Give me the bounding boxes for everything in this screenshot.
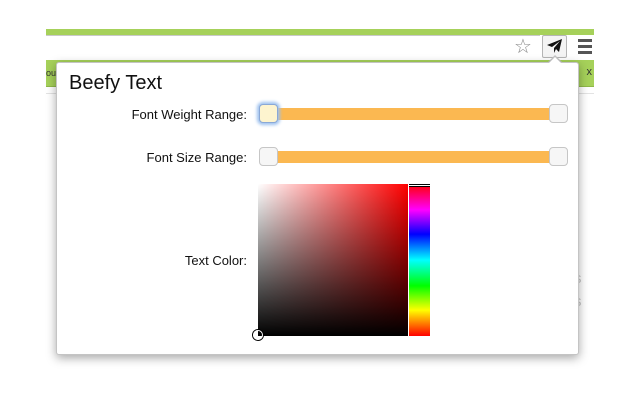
close-icon[interactable]: x xyxy=(587,66,593,78)
extension-popup: Beefy Text Font Weight Range: Font Size … xyxy=(56,62,579,355)
hue-slider-marker[interactable] xyxy=(409,184,430,187)
font-size-track[interactable] xyxy=(265,151,563,163)
font-size-min-handle[interactable] xyxy=(259,147,278,166)
bookmark-item[interactable]: ou xyxy=(46,68,56,78)
font-size-max-handle[interactable] xyxy=(549,147,568,166)
address-bar[interactable] xyxy=(46,35,540,61)
text-color-label: Text Color: xyxy=(184,253,247,268)
font-weight-label: Font Weight Range: xyxy=(131,107,247,122)
saturation-value-picker[interactable] xyxy=(258,184,408,336)
font-size-label: Font Size Range: xyxy=(146,150,247,165)
star-icon[interactable]: ☆ xyxy=(512,36,534,58)
font-weight-track[interactable] xyxy=(265,108,563,120)
font-weight-max-handle[interactable] xyxy=(549,104,568,123)
font-weight-min-handle[interactable] xyxy=(259,104,278,123)
paper-plane-icon xyxy=(547,39,562,53)
hue-slider[interactable] xyxy=(409,184,430,336)
color-picker-marker[interactable] xyxy=(253,330,263,340)
popup-arrow-fill xyxy=(548,57,562,64)
hamburger-menu-icon[interactable] xyxy=(576,36,594,58)
popup-title: Beefy Text xyxy=(69,72,163,94)
